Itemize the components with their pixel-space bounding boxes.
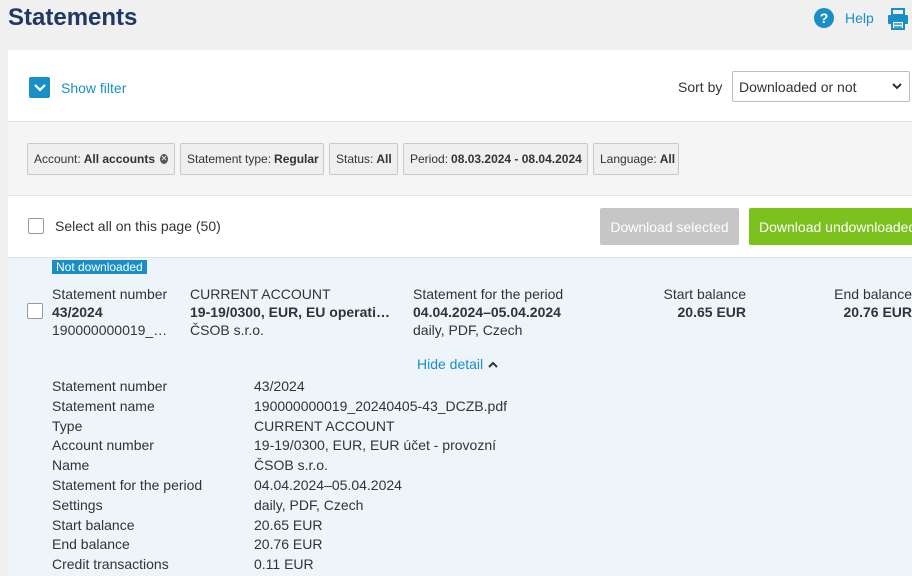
chevron-down-icon — [892, 83, 902, 90]
help-link[interactable]: ? Help — [814, 8, 874, 28]
detail-row: Statement number 43/2024 — [52, 378, 305, 394]
detail-row: Credit transactions 0.11 EUR — [52, 556, 314, 573]
select-all-checkbox[interactable] — [28, 218, 44, 234]
statement-details: Statement number 43/2024 Statement name 19… — [52, 377, 507, 575]
chevron-up-icon — [488, 361, 498, 368]
sort-select-value: Downloaded or not — [739, 78, 857, 95]
filter-chip-status[interactable]: Status: All — [329, 143, 398, 175]
active-filters: Account: All accounts ✕ Statement type: Re… — [8, 122, 912, 196]
help-icon: ? — [814, 8, 834, 28]
hide-detail-link[interactable]: Hide detail — [417, 356, 498, 372]
filter-chip-account[interactable]: Account: All accounts ✕ — [27, 143, 175, 175]
select-all[interactable]: Select all on this page (50) — [28, 218, 221, 234]
download-selected-button[interactable]: Download selected — [600, 208, 739, 245]
detail-row: Type CURRENT ACCOUNT — [52, 417, 395, 434]
filter-chip-language[interactable]: Language: All — [593, 143, 679, 175]
detail-row: Account number 19-19/0300, EUR, EUR účet … — [52, 437, 497, 454]
account-col: CURRENT ACCOUNT 19-19/0300, EUR, EU oper… — [190, 286, 390, 338]
chevron-down-icon — [29, 77, 50, 98]
filter-bar: Show filter Sort by Downloaded or not — [8, 50, 912, 122]
filter-chip-period[interactable]: Period: 08.03.2024 - 08.04.2024 — [403, 143, 588, 175]
show-filter-toggle[interactable]: Show filter — [29, 77, 126, 98]
detail-row: Settings daily, PDF, Czech — [52, 496, 364, 513]
show-filter-label: Show filter — [61, 79, 127, 96]
page-title: Statements — [8, 4, 138, 31]
sort-label: Sort by — [678, 79, 723, 95]
select-all-label: Select all on this page (50) — [55, 218, 221, 234]
download-undownloaded-button[interactable]: Download undownloaded — [749, 208, 912, 245]
printer-icon[interactable] — [887, 8, 909, 30]
detail-row: Statement for the period 04.04.2024–05.04… — [52, 476, 402, 493]
sort-select[interactable]: Downloaded or not — [732, 71, 910, 102]
statement-number-col: Statement number 43/2024 190000000019_… — [52, 286, 168, 338]
statement-checkbox[interactable] — [27, 303, 43, 319]
statements-card: Show filter Sort by Downloaded or not Ac… — [8, 50, 912, 576]
status-badge: Not downloaded — [52, 260, 147, 274]
period-col: Statement for the period 04.04.2024–05.0… — [413, 286, 564, 338]
help-label: Help — [845, 10, 874, 26]
end-balance-col: End balance 20.76 EUR — [834, 286, 912, 320]
detail-row: Statement name 190000000019_20240405-43_D… — [52, 397, 507, 414]
remove-icon[interactable]: ✕ — [160, 154, 168, 164]
start-balance-col: Start balance 20.65 EUR — [663, 286, 747, 320]
detail-row: End balance 20.76 EUR — [52, 536, 323, 553]
detail-row: Name ČSOB s.r.o. — [52, 457, 328, 474]
statement-row: Not downloaded Statement number 43/2024 … — [8, 258, 912, 576]
filter-chip-statement-type[interactable]: Statement type: Regular — [180, 143, 324, 175]
detail-row: Start balance 20.65 EUR — [52, 516, 323, 533]
action-bar: Select all on this page (50) Download se… — [8, 196, 912, 258]
